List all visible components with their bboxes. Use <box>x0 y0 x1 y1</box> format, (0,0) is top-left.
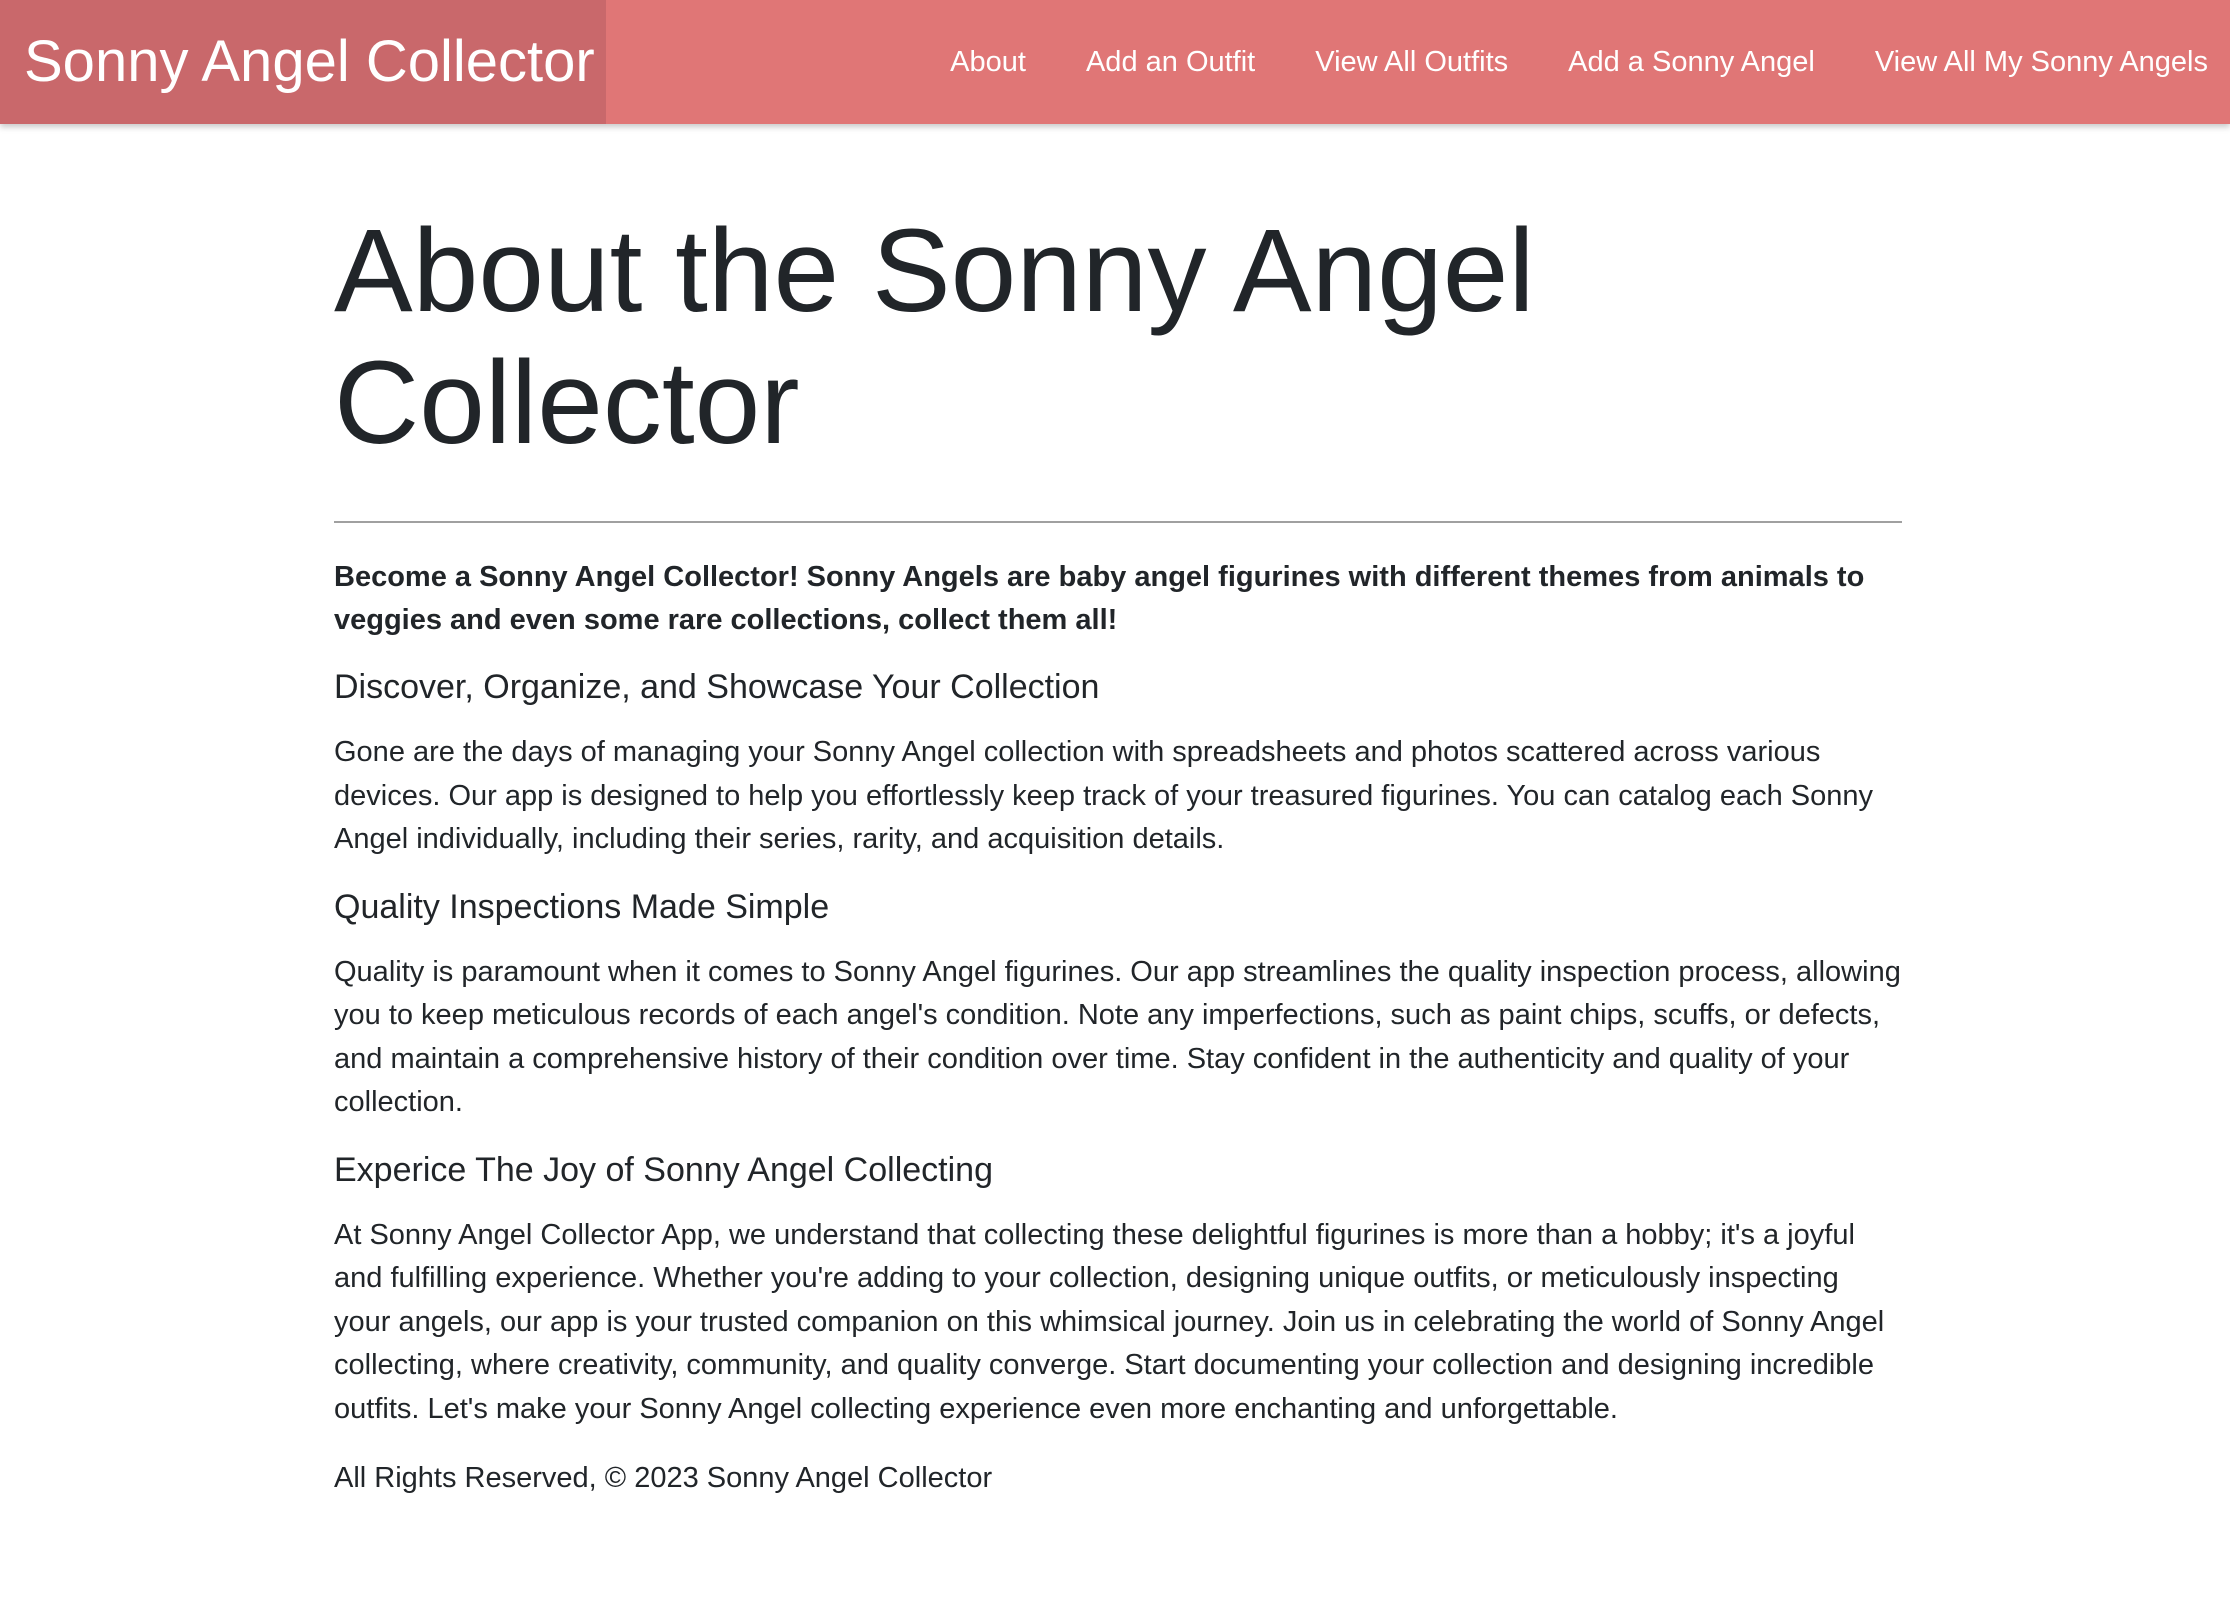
section-heading-discover: Discover, Organize, and Showcase Your Co… <box>334 668 1100 706</box>
section-body-discover: Gone are the days of managing your Sonny… <box>334 736 1874 855</box>
nav-link-view-all-outfits[interactable]: View All Outfits <box>1315 46 1508 79</box>
main-content: About the Sonny Angel Collector Become a… <box>334 205 1902 1500</box>
nav-link-view-all-sonny-angels[interactable]: View All My Sonny Angels <box>1875 46 2208 79</box>
nav-link-add-sonny-angel[interactable]: Add a Sonny Angel <box>1568 46 1815 79</box>
nav-link-about[interactable]: About <box>950 46 1026 79</box>
section-heading-joy: Experice The Joy of Sonny Angel Collecti… <box>334 1150 993 1189</box>
nav-links: About Add an Outfit View All Outfits Add… <box>890 0 2208 124</box>
navbar: Sonny Angel Collector About Add an Outfi… <box>0 0 2230 124</box>
section-body-quality: Quality is paramount when it comes to So… <box>334 955 1901 1119</box>
divider <box>334 521 1902 523</box>
section-heading-quality: Quality Inspections Made Simple <box>334 887 830 926</box>
brand-link[interactable]: Sonny Angel Collector <box>0 0 606 124</box>
footer-copyright: All Rights Reserved, © 2023 Sonny Angel … <box>334 1462 993 1494</box>
page-title: About the Sonny Angel Collector <box>334 205 1535 469</box>
section-body-joy: At Sonny Angel Collector App, we underst… <box>334 1218 1885 1425</box>
lead-paragraph: Become a Sonny Angel Collector! Sonny An… <box>334 561 1865 636</box>
nav-link-add-outfit[interactable]: Add an Outfit <box>1086 46 1255 79</box>
